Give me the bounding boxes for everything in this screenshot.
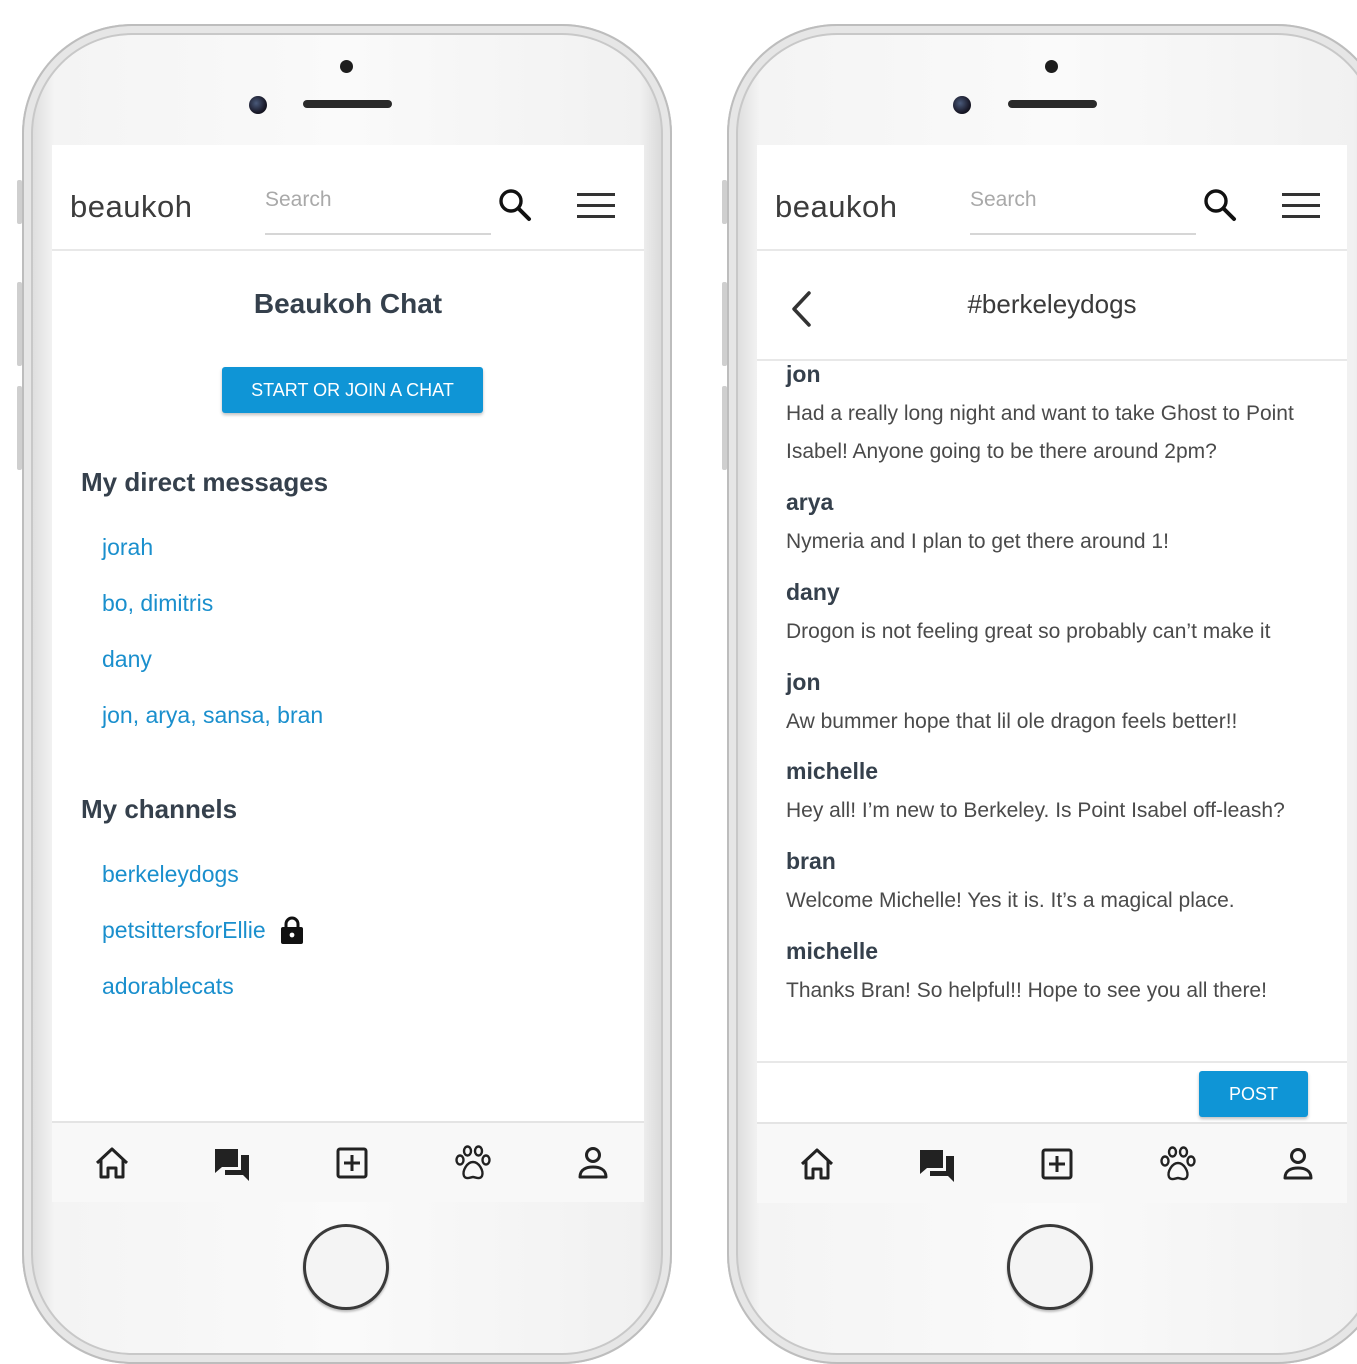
message-text: Aw bummer hope that lil ole dragon feels… xyxy=(786,710,1238,733)
bottom-navigation xyxy=(757,1122,1347,1203)
hamburger-menu-icon[interactable] xyxy=(1282,193,1320,219)
message-text: Welcome Michelle! Yes it is. It’s a magi… xyxy=(786,889,1235,912)
message-author: jon xyxy=(786,669,821,695)
add-icon xyxy=(336,1147,368,1179)
message-text: Thanks Bran! So helpful!! Hope to see yo… xyxy=(786,979,1267,1002)
volume-up-button xyxy=(722,282,727,366)
paw-icon xyxy=(1160,1146,1196,1181)
channel-label: adorablecats xyxy=(102,973,234,999)
nav-pets[interactable] xyxy=(451,1141,495,1185)
paw-icon xyxy=(455,1145,491,1180)
direct-messages-heading: My direct messages xyxy=(81,467,329,497)
page-title: Beaukoh Chat xyxy=(253,288,443,319)
nav-pets[interactable] xyxy=(1156,1142,1200,1186)
top-bar: beaukoh xyxy=(52,145,644,251)
direct-message-item[interactable]: dany xyxy=(102,646,152,673)
profile-icon xyxy=(1283,1148,1313,1180)
direct-message-item[interactable]: jorah xyxy=(102,534,153,561)
message-author: jon xyxy=(786,361,821,387)
message-author: dany xyxy=(786,579,840,605)
message-author: michelle xyxy=(786,938,879,964)
nav-home[interactable] xyxy=(795,1142,839,1186)
earpiece-speaker xyxy=(303,100,392,108)
search-input[interactable] xyxy=(265,185,491,212)
home-icon xyxy=(95,1147,129,1179)
volume-up-button xyxy=(17,282,22,366)
top-bar: beaukoh xyxy=(757,145,1347,251)
channel-label: petsittersforEllie xyxy=(102,916,266,943)
bottom-navigation xyxy=(52,1121,644,1202)
chat-icon xyxy=(215,1149,249,1181)
start-or-join-chat-button[interactable]: START OR JOIN A CHAT xyxy=(222,367,483,413)
message-input[interactable] xyxy=(793,1079,1190,1127)
nav-add[interactable] xyxy=(330,1141,374,1185)
channel-item-adorablecats[interactable]: adorablecats xyxy=(102,973,234,1000)
brand-logo[interactable]: beaukoh xyxy=(70,189,192,225)
message-text: Had a really long night and want to take… xyxy=(786,402,1294,463)
channel-label: berkeleydogs xyxy=(102,861,239,887)
channel-header: #berkeleydogs xyxy=(757,249,1347,361)
message-text: Nymeria and I plan to get there around 1… xyxy=(786,530,1169,553)
search-input[interactable] xyxy=(970,185,1196,212)
message-text: Hey all! I’m new to Berkeley. Is Point I… xyxy=(786,799,1285,822)
lock-icon xyxy=(280,916,303,944)
message-author: arya xyxy=(786,489,834,515)
home-icon xyxy=(800,1148,834,1180)
search-icon[interactable] xyxy=(498,188,532,222)
front-camera xyxy=(249,96,267,114)
message-author: michelle xyxy=(786,758,879,784)
proximity-sensor xyxy=(1045,60,1058,73)
hamburger-menu-icon[interactable] xyxy=(577,193,615,219)
message-text: Drogon is not feeling great so probably … xyxy=(786,620,1271,643)
message-author: bran xyxy=(786,848,836,874)
channels-heading: My channels xyxy=(81,794,238,824)
home-button[interactable] xyxy=(303,1224,389,1310)
nav-chat[interactable] xyxy=(210,1141,254,1185)
brand-logo[interactable]: beaukoh xyxy=(775,189,897,225)
nav-chat[interactable] xyxy=(915,1142,959,1186)
search-field[interactable] xyxy=(970,185,1196,235)
front-camera xyxy=(953,96,971,114)
direct-message-item[interactable]: jon, arya, sansa, bran xyxy=(102,702,323,729)
channel-item-berkeleydogs[interactable]: berkeleydogs xyxy=(102,861,239,888)
mute-switch xyxy=(17,180,22,224)
channel-screen: beaukoh #berkeleydogs jon Had a really l… xyxy=(757,145,1347,1203)
nav-home[interactable] xyxy=(90,1141,134,1185)
search-field[interactable] xyxy=(265,185,491,235)
nav-profile[interactable] xyxy=(571,1141,615,1185)
chat-icon xyxy=(920,1150,954,1182)
volume-down-button xyxy=(722,386,727,470)
profile-icon xyxy=(578,1147,608,1179)
add-icon xyxy=(1041,1148,1073,1180)
proximity-sensor xyxy=(340,60,353,73)
nav-add[interactable] xyxy=(1035,1142,1079,1186)
direct-message-item[interactable]: bo, dimitris xyxy=(102,590,213,617)
volume-down-button xyxy=(17,386,22,470)
channel-item-petsittersforellie[interactable]: petsittersforEllie xyxy=(102,915,304,945)
channel-title: #berkeleydogs xyxy=(967,289,1137,319)
chat-list-screen: beaukoh Beaukoh Chat START OR JOIN A CHA… xyxy=(52,145,644,1202)
post-button[interactable]: POST xyxy=(1199,1071,1308,1117)
earpiece-speaker xyxy=(1008,100,1097,108)
home-button[interactable] xyxy=(1007,1224,1093,1310)
nav-profile[interactable] xyxy=(1276,1142,1320,1186)
search-icon[interactable] xyxy=(1203,188,1237,222)
mute-switch xyxy=(722,180,727,224)
